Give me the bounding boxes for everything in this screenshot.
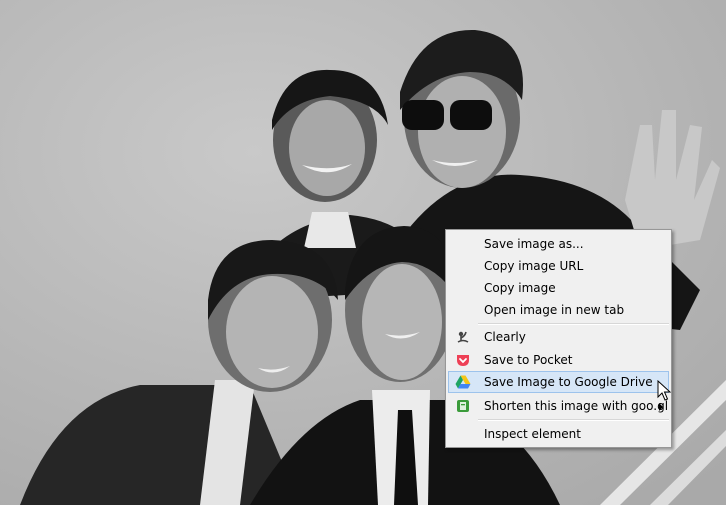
menu-item-label: Clearly	[484, 330, 526, 344]
context-menu: Save image as... Copy image URL Copy ima…	[445, 229, 672, 448]
google-drive-icon	[455, 375, 471, 389]
menu-item-clearly[interactable]: Clearly	[448, 326, 669, 348]
goo-gl-icon	[457, 400, 469, 412]
menu-item-label: Open image in new tab	[484, 303, 625, 317]
menu-item-open-image-new-tab[interactable]: Open image in new tab	[448, 299, 669, 321]
menu-item-inspect-element[interactable]: Inspect element	[448, 423, 669, 445]
menu-item-save-to-pocket[interactable]: Save to Pocket	[448, 349, 669, 371]
mouse-cursor-icon	[657, 380, 671, 401]
menu-item-copy-image-url[interactable]: Copy image URL	[448, 255, 669, 277]
clearly-icon	[457, 331, 469, 343]
submenu-arrow-icon	[659, 403, 663, 411]
menu-item-copy-image[interactable]: Copy image	[448, 277, 669, 299]
menu-item-label: Save image as...	[484, 237, 584, 251]
menu-item-save-to-google-drive[interactable]: Save Image to Google Drive	[448, 371, 669, 393]
menu-item-label: Copy image	[484, 281, 556, 295]
menu-item-label: Copy image URL	[484, 259, 584, 273]
menu-item-label: Save to Pocket	[484, 353, 573, 367]
menu-item-save-image-as[interactable]: Save image as...	[448, 233, 669, 255]
menu-item-label: Save Image to Google Drive	[484, 375, 653, 389]
menu-separator	[478, 323, 669, 325]
menu-separator	[478, 419, 669, 421]
menu-item-shorten-goo-gl[interactable]: Shorten this image with goo.gl	[448, 395, 669, 417]
menu-item-label: Inspect element	[484, 427, 581, 441]
menu-item-label: Shorten this image with goo.gl	[484, 399, 669, 413]
pocket-icon	[457, 355, 469, 366]
